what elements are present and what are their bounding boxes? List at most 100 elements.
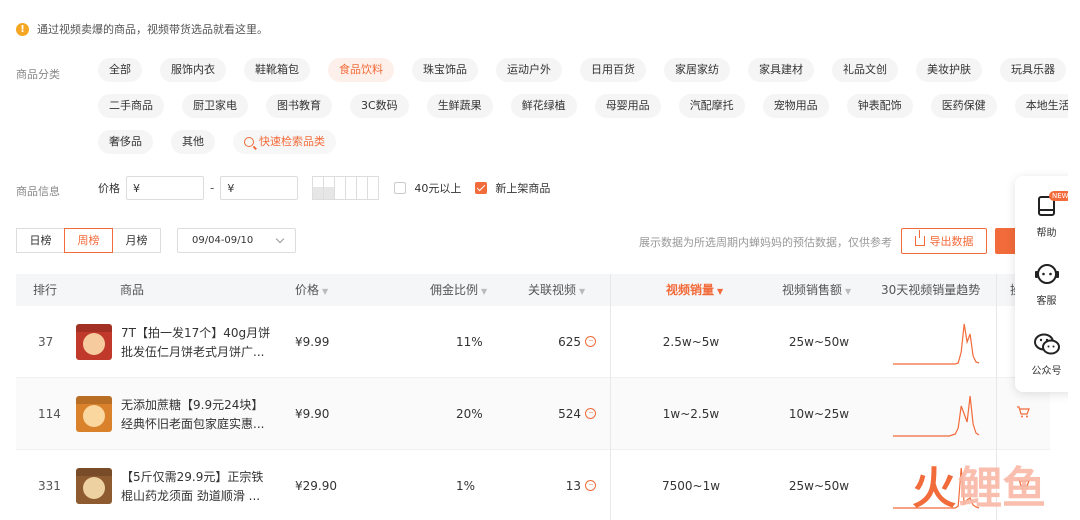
period-tabs: 日榜 周榜 月榜 <box>16 228 161 253</box>
price-min-input[interactable]: ¥ <box>126 176 204 200</box>
filter-40-plus[interactable]: 40元以上 <box>394 180 461 196</box>
product-thumbnail[interactable] <box>76 396 112 432</box>
product-thumbnail[interactable] <box>76 324 112 360</box>
cart-icon[interactable] <box>1016 406 1030 418</box>
checkbox-new-listing[interactable] <box>475 182 488 194</box>
category-chip[interactable]: 礼品文创 <box>832 58 898 82</box>
category-row: 全部 服饰内衣 鞋靴箱包 食品饮料 珠宝饰品 运动户外 日用百货 家居家纺 家具建材 礼品文创 美妆… <box>98 58 1066 84</box>
commission-cell: 1% <box>456 478 476 493</box>
header-sales[interactable]: 视频销量 ▼ <box>666 274 723 306</box>
table-row[interactable]: 37 7T【拍一发17个】40g月饼 批发伍仁月饼老式月饼广... ¥9.99 11% 6… <box>16 306 1050 378</box>
revenue-cell: 25w~50w <box>788 334 850 349</box>
category-search-button[interactable]: 快速检索品类 <box>233 130 336 154</box>
category-chip[interactable]: 珠宝饰品 <box>412 58 478 82</box>
date-range-select[interactable]: 09/04-09/10 <box>177 228 296 253</box>
tab-period[interactable]: 月榜 <box>112 228 161 253</box>
sort-icon: ▼ <box>322 287 329 296</box>
price-cell: ¥9.99 <box>295 334 330 349</box>
commission-cell: 20% <box>456 406 483 421</box>
category-chip[interactable]: 鞋靴箱包 <box>244 58 310 82</box>
filter-new-listing[interactable]: 新上架商品 <box>475 180 550 196</box>
sales-cell: 2.5w~5w <box>662 334 720 349</box>
product-info-filters: 价格 ¥ - ¥ 40元以上 新上架商品 <box>98 176 550 200</box>
header-price[interactable]: 价格 ▼ <box>295 274 328 306</box>
category-chip[interactable]: 母婴用品 <box>594 94 661 118</box>
sales-cell: 7500~1w <box>661 478 721 493</box>
category-chip[interactable]: 其他 <box>171 130 215 154</box>
category-chip[interactable]: 二手商品 <box>98 94 164 118</box>
videos-cell[interactable]: 13 ··· <box>536 450 596 520</box>
more-dots-icon[interactable]: ··· <box>585 336 596 347</box>
category-chip[interactable]: 家居家纺 <box>664 58 730 82</box>
export-icon <box>914 230 925 246</box>
category-chip[interactable]: 运动户外 <box>496 58 562 82</box>
tab-period[interactable]: 日榜 <box>16 228 65 253</box>
ranking-table: 排行 商品 价格 ▼ 佣金比例 ▼ 关联视频 ▼ 视频销量 ▼ 视频销售额 ▼ 30天视频… <box>16 274 1050 520</box>
category-chip[interactable]: 医药保健 <box>930 94 997 118</box>
category-chip[interactable]: 家具建材 <box>748 58 814 82</box>
category-chip[interactable]: 食品饮料 <box>328 58 394 82</box>
product-thumbnail[interactable] <box>76 468 112 504</box>
trend-sparkline <box>893 395 980 437</box>
trend-sparkline <box>893 323 980 365</box>
header-trend: 30天视频销量趋势 <box>881 283 981 297</box>
category-chip[interactable]: 生鲜蔬果 <box>426 94 493 118</box>
product-name[interactable]: 7T【拍一发17个】40g月饼 批发伍仁月饼老式月饼广... <box>121 324 281 362</box>
product-name-line: 无添加蔗糖【9.9元24块】 <box>121 398 264 412</box>
header-videos[interactable]: 关联视频 ▼ <box>528 274 585 306</box>
product-info-label: 商品信息 <box>16 185 60 198</box>
notice-text: 通过视频卖爆的商品，视频带货选品就看这里。 <box>37 23 268 36</box>
rank-cell: 114 <box>38 406 61 421</box>
checkbox-40-plus[interactable] <box>394 182 407 194</box>
more-dots-icon[interactable]: ··· <box>585 408 596 419</box>
category-chips: 全部 服饰内衣 鞋靴箱包 食品饮料 珠宝饰品 运动户外 日用百货 家居家纺 家具建材 礼品文创 美妆… <box>98 58 1080 166</box>
product-name[interactable]: 【5斤仅需29.9元】正宗铁 棍山药龙须面 劲道顺滑 ... <box>121 468 281 506</box>
category-chip[interactable]: 3C数码 <box>350 94 409 118</box>
videos-cell[interactable]: 524 ··· <box>536 378 596 449</box>
chevron-down-icon <box>275 234 285 244</box>
category-search-label: 快速检索品类 <box>259 135 325 148</box>
category-chip[interactable]: 玩具乐器 <box>1000 58 1066 82</box>
price-max-input[interactable]: ¥ <box>220 176 299 200</box>
category-chip[interactable]: 服饰内衣 <box>160 58 226 82</box>
sort-icon: ▼ <box>579 287 586 296</box>
price-bar <box>367 176 380 200</box>
header-revenue[interactable]: 视频销售额 ▼ <box>782 274 851 306</box>
table-header: 排行 商品 价格 ▼ 佣金比例 ▼ 关联视频 ▼ 视频销量 ▼ 视频销售额 ▼ 30天视频… <box>16 274 1050 306</box>
category-chip[interactable]: 汽配摩托 <box>678 94 745 118</box>
sales-cell: 1w~2.5w <box>662 406 720 421</box>
product-name[interactable]: 无添加蔗糖【9.9元24块】 经典怀旧老面包家庭实惠... <box>121 396 281 434</box>
price-label: 价格 <box>98 182 120 195</box>
date-range-value: 09/04-09/10 <box>192 235 254 246</box>
category-chip[interactable]: 日用百货 <box>580 58 646 82</box>
table-row[interactable]: 331 【5斤仅需29.9元】正宗铁 棍山药龙须面 劲道顺滑 ... ¥29.90 1%… <box>16 450 1050 520</box>
category-chip[interactable]: 全部 <box>98 58 142 82</box>
category-chip[interactable]: 图书教育 <box>266 94 332 118</box>
headset-icon <box>1034 264 1059 284</box>
product-image <box>76 324 112 355</box>
category-chip[interactable]: 鲜花绿植 <box>510 94 577 118</box>
warn-icon: ! <box>16 22 29 36</box>
tab-period[interactable]: 周榜 <box>64 228 113 253</box>
category-chip[interactable]: 厨卫家电 <box>182 94 248 118</box>
trend-line <box>893 323 980 365</box>
rank-cell: 331 <box>38 478 61 493</box>
category-chip[interactable]: 奢侈品 <box>98 130 153 154</box>
more-dots-icon[interactable]: ··· <box>585 480 596 491</box>
watermark-fire: 火 <box>912 463 956 514</box>
scrollbar-track[interactable] <box>1068 0 1080 520</box>
filter-new-listing-label: 新上架商品 <box>495 182 551 195</box>
videos-cell[interactable]: 625 ··· <box>536 306 596 377</box>
header-commission[interactable]: 佣金比例 ▼ <box>430 274 487 306</box>
product-name-line: 批发伍仁月饼老式月饼广... <box>121 345 265 359</box>
revenue-cell: 25w~50w <box>788 478 850 493</box>
wechat-icon <box>1033 333 1060 355</box>
price-dash: - <box>210 181 215 195</box>
watermark-text: 鲤鱼 <box>958 463 1046 514</box>
category-chip[interactable]: 美妆护肤 <box>916 58 982 82</box>
price-cell: ¥9.90 <box>295 406 330 421</box>
category-chip[interactable]: 钟表配饰 <box>846 94 913 118</box>
export-button[interactable]: 导出数据 <box>901 228 987 254</box>
category-chip[interactable]: 宠物用品 <box>762 94 829 118</box>
table-row[interactable]: 114 无添加蔗糖【9.9元24块】 经典怀旧老面包家庭实惠... ¥9.90 20% 5… <box>16 378 1050 450</box>
